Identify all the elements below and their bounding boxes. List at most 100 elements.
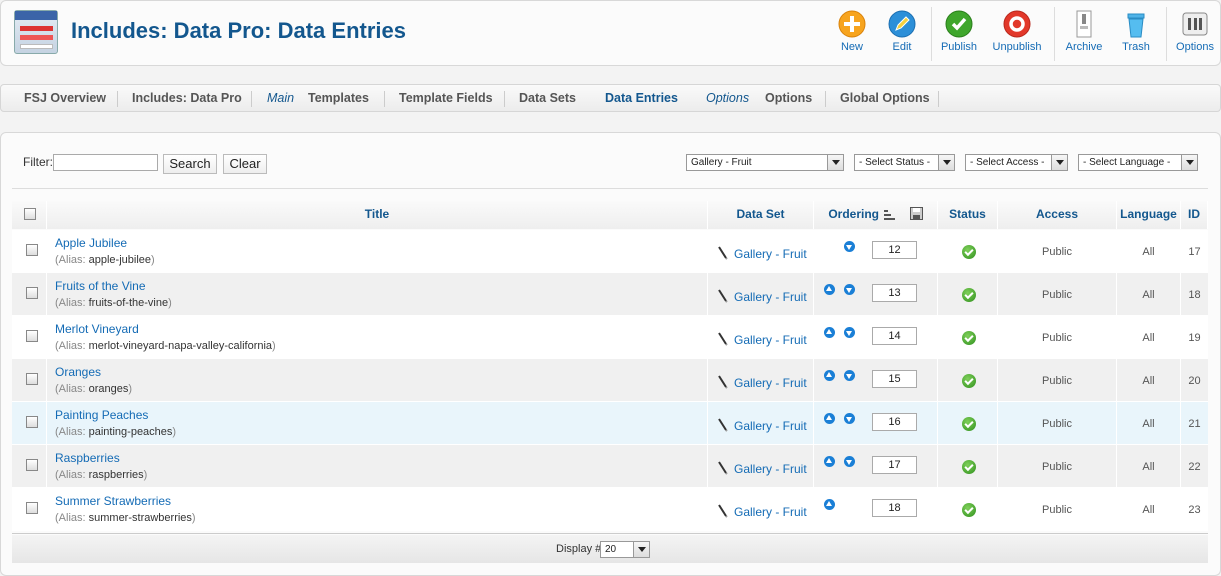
entry-title-link[interactable]: Apple Jubilee bbox=[55, 236, 127, 250]
sort-order-icon[interactable] bbox=[884, 209, 896, 220]
data-set-name: Gallery - Fruit bbox=[734, 333, 807, 347]
data-set-link[interactable]: Gallery - Fruit bbox=[718, 461, 807, 476]
access-select[interactable]: - Select Access - bbox=[965, 154, 1068, 171]
column-access[interactable]: Access bbox=[998, 201, 1117, 229]
language-value: All bbox=[1142, 289, 1155, 301]
row-checkbox[interactable] bbox=[26, 330, 38, 342]
column-data-set[interactable]: Data Set bbox=[708, 201, 814, 229]
published-check-icon[interactable] bbox=[962, 503, 976, 517]
display-count-select[interactable]: 20 bbox=[600, 541, 650, 558]
published-check-icon[interactable] bbox=[962, 288, 976, 302]
row-checkbox[interactable] bbox=[26, 459, 38, 471]
row-checkbox[interactable] bbox=[26, 373, 38, 385]
order-input[interactable]: 14 bbox=[872, 327, 917, 345]
publish-label: Publish bbox=[940, 41, 978, 53]
status-select[interactable]: - Select Status - bbox=[854, 154, 955, 171]
move-down-icon[interactable] bbox=[844, 241, 855, 252]
order-input[interactable]: 15 bbox=[872, 370, 917, 388]
move-up-icon[interactable] bbox=[824, 284, 835, 295]
save-order-icon[interactable] bbox=[909, 207, 923, 220]
move-down-icon[interactable] bbox=[844, 284, 855, 295]
select-all-checkbox[interactable] bbox=[24, 208, 36, 220]
entry-title-link[interactable]: Summer Strawberries bbox=[55, 494, 171, 508]
row-checkbox[interactable] bbox=[26, 502, 38, 514]
id-cell: 19 bbox=[1181, 316, 1208, 358]
data-set-cell: Gallery - Fruit bbox=[708, 273, 814, 315]
move-down-icon[interactable] bbox=[844, 456, 855, 467]
edit-button[interactable]: Edit bbox=[884, 9, 920, 53]
move-up-icon[interactable] bbox=[824, 413, 835, 424]
subnav-includes-data-pro[interactable]: Includes: Data Pro bbox=[132, 91, 242, 105]
data-set-link[interactable]: Gallery - Fruit bbox=[718, 289, 807, 304]
search-button[interactable]: Search bbox=[163, 154, 217, 174]
data-set-link[interactable]: Gallery - Fruit bbox=[718, 418, 807, 433]
subnav-options[interactable]: Options bbox=[765, 91, 812, 105]
alias-value: oranges bbox=[88, 383, 129, 395]
entry-title-link[interactable]: Painting Peaches bbox=[55, 408, 148, 422]
language-cell: All bbox=[1117, 402, 1181, 444]
move-up-icon[interactable] bbox=[824, 370, 835, 381]
data-set-link[interactable]: Gallery - Fruit bbox=[718, 504, 807, 519]
checkbox-cell bbox=[12, 402, 47, 444]
data-set-link[interactable]: Gallery - Fruit bbox=[718, 375, 807, 390]
published-check-icon[interactable] bbox=[962, 460, 976, 474]
move-down-icon[interactable] bbox=[844, 413, 855, 424]
row-checkbox[interactable] bbox=[26, 416, 38, 428]
row-checkbox[interactable] bbox=[26, 287, 38, 299]
move-down-icon[interactable] bbox=[844, 327, 855, 338]
gallery-select-value: Gallery - Fruit bbox=[691, 157, 752, 168]
move-up-icon[interactable] bbox=[824, 327, 835, 338]
published-check-icon[interactable] bbox=[962, 331, 976, 345]
column-language[interactable]: Language bbox=[1117, 201, 1181, 229]
entry-title-link[interactable]: Fruits of the Vine bbox=[55, 279, 146, 293]
options-icon bbox=[1182, 12, 1208, 36]
column-id[interactable]: ID bbox=[1181, 201, 1208, 229]
trash-button[interactable]: Trash bbox=[1118, 9, 1154, 53]
subnav-templates[interactable]: Templates bbox=[308, 91, 369, 105]
title-cell: Apple Jubilee (Alias: apple-jubilee) bbox=[47, 230, 708, 272]
chevron-down-icon bbox=[633, 542, 649, 557]
subnav-global-options[interactable]: Global Options bbox=[840, 91, 930, 105]
move-up-icon[interactable] bbox=[824, 499, 835, 510]
subnav-data-entries[interactable]: Data Entries bbox=[605, 91, 678, 105]
subnav-template-fields[interactable]: Template Fields bbox=[399, 91, 493, 105]
status-cell bbox=[938, 230, 998, 272]
row-checkbox[interactable] bbox=[26, 244, 38, 256]
published-check-icon[interactable] bbox=[962, 374, 976, 388]
language-select[interactable]: - Select Language - bbox=[1078, 154, 1198, 171]
unpublish-button[interactable]: Unpublish bbox=[990, 9, 1044, 53]
new-button[interactable]: New bbox=[834, 9, 870, 53]
language-cell: All bbox=[1117, 445, 1181, 487]
column-status[interactable]: Status bbox=[938, 201, 998, 229]
access-value: Public bbox=[1042, 461, 1072, 473]
order-input[interactable]: 17 bbox=[872, 456, 917, 474]
column-title[interactable]: Title bbox=[47, 201, 708, 229]
data-set-link[interactable]: Gallery - Fruit bbox=[718, 246, 807, 261]
subnav-fsj-overview[interactable]: FSJ Overview bbox=[24, 91, 106, 105]
language-cell: All bbox=[1117, 488, 1181, 530]
order-input[interactable]: 16 bbox=[872, 413, 917, 431]
order-input[interactable]: 18 bbox=[872, 499, 917, 517]
options-button[interactable]: Options bbox=[1174, 9, 1216, 53]
ordering-cell: 18 bbox=[814, 488, 938, 530]
order-input[interactable]: 12 bbox=[872, 241, 917, 259]
display-label: Display # bbox=[556, 543, 602, 555]
publish-button[interactable]: Publish bbox=[939, 9, 979, 53]
subnav-data-sets[interactable]: Data Sets bbox=[519, 91, 576, 105]
order-input[interactable]: 13 bbox=[872, 284, 917, 302]
data-set-link[interactable]: Gallery - Fruit bbox=[718, 332, 807, 347]
column-ordering-label[interactable]: Ordering bbox=[828, 207, 879, 221]
clear-button[interactable]: Clear bbox=[223, 154, 267, 174]
published-check-icon[interactable] bbox=[962, 245, 976, 259]
archive-button[interactable]: Archive bbox=[1062, 9, 1106, 53]
entry-title-link[interactable]: Oranges bbox=[55, 365, 101, 379]
move-down-icon[interactable] bbox=[844, 370, 855, 381]
published-check-icon[interactable] bbox=[962, 417, 976, 431]
move-up-icon[interactable] bbox=[824, 456, 835, 467]
entry-title-link[interactable]: Raspberries bbox=[55, 451, 120, 465]
status-cell bbox=[938, 488, 998, 530]
filter-input[interactable] bbox=[53, 154, 158, 171]
gallery-select[interactable]: Gallery - Fruit bbox=[686, 154, 844, 171]
alias-suffix: ) bbox=[168, 297, 172, 309]
entry-title-link[interactable]: Merlot Vineyard bbox=[55, 322, 139, 336]
